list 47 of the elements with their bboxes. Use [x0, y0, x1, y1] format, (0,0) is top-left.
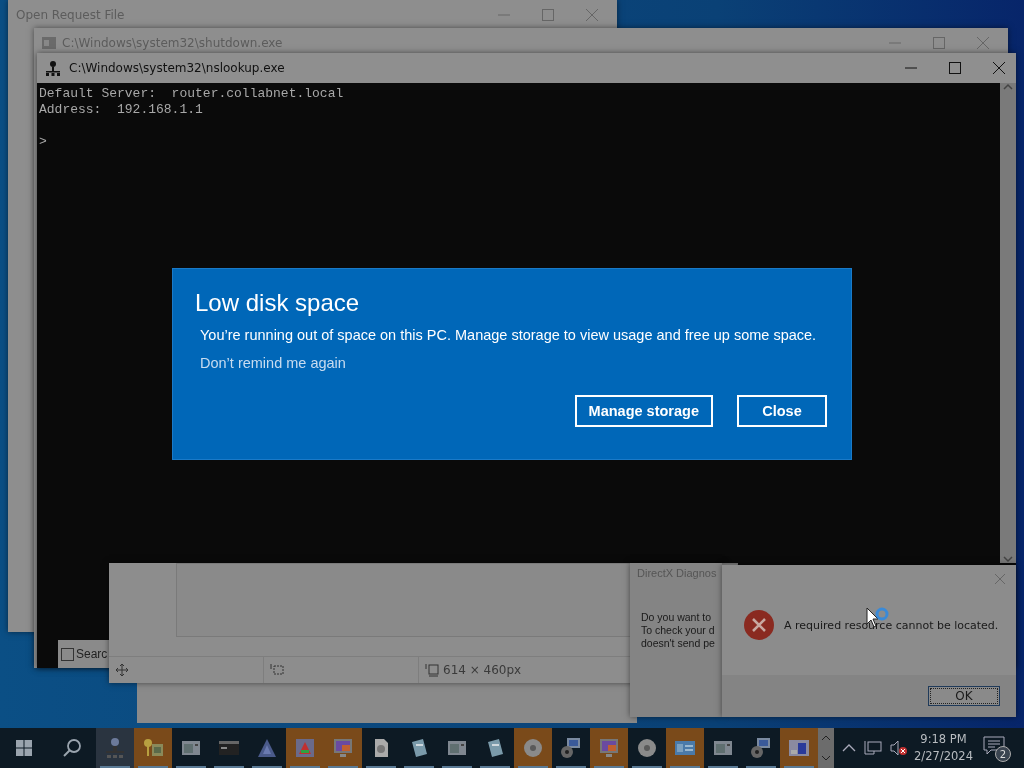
muted-speaker-icon[interactable] [890, 740, 908, 756]
maximize-icon[interactable] [948, 61, 962, 75]
scrollbar[interactable] [1000, 83, 1016, 563]
disc-icon [521, 736, 545, 760]
selection-icon [270, 663, 284, 677]
close-button[interactable]: Close [737, 395, 827, 427]
taskbar-app[interactable] [666, 728, 704, 768]
chevron-up-icon[interactable] [842, 743, 856, 753]
dialog-title: Low disk space [195, 289, 361, 317]
notification-icon[interactable] [982, 736, 1005, 756]
network-user-icon [45, 60, 61, 76]
monitor-icon [597, 736, 621, 760]
close-icon[interactable] [992, 61, 1006, 75]
search-icon [62, 738, 82, 758]
palette-icon [293, 736, 317, 760]
date: 2/27/2024 [914, 748, 973, 765]
checkbox-label: Searc [76, 647, 108, 661]
dialog-text: To check your d [641, 624, 715, 637]
dismiss-link[interactable]: Don’t remind me again [200, 355, 346, 371]
notification-count: 2 [994, 746, 1011, 762]
chevron-down-icon[interactable] [821, 755, 831, 761]
image-size: 614 × 460px [443, 663, 522, 677]
error-message: A required resource cannot be located. [784, 618, 999, 632]
dialog-text: doesn't send pe [641, 637, 715, 650]
console-line: Default Server: router.collabnet.local [39, 86, 344, 102]
console-prompt: > [39, 134, 47, 150]
time: 9:18 PM [920, 731, 967, 748]
window-title: C:\Windows\system32\nslookup.exe [69, 61, 285, 75]
disc-icon [635, 736, 659, 760]
taskbar-scroller[interactable] [818, 728, 834, 768]
ok-button[interactable]: OK [928, 686, 1000, 706]
dialog-text: Do you want to [641, 611, 712, 624]
windows-logo-icon [16, 740, 32, 756]
computer-disc-icon [749, 736, 773, 760]
network-icon[interactable] [864, 740, 882, 756]
error-icon [744, 610, 774, 640]
monitor-icon [331, 736, 355, 760]
dialog-message: You’re running out of space on this PC. Manage storage to view usage and free up some space. [200, 327, 818, 343]
resize-icon [425, 663, 439, 677]
console-line: Address: 192.168.1.1 [39, 102, 203, 118]
scroll-up-icon[interactable] [1003, 83, 1013, 91]
computer-disc-icon [559, 736, 583, 760]
move-icon [115, 663, 129, 677]
clock[interactable]: 9:18 PM 2/27/2024 [914, 731, 973, 765]
checkbox[interactable] [61, 647, 74, 661]
manage-storage-button[interactable]: Manage storage [574, 395, 713, 427]
scroll-down-icon[interactable] [1003, 555, 1013, 563]
